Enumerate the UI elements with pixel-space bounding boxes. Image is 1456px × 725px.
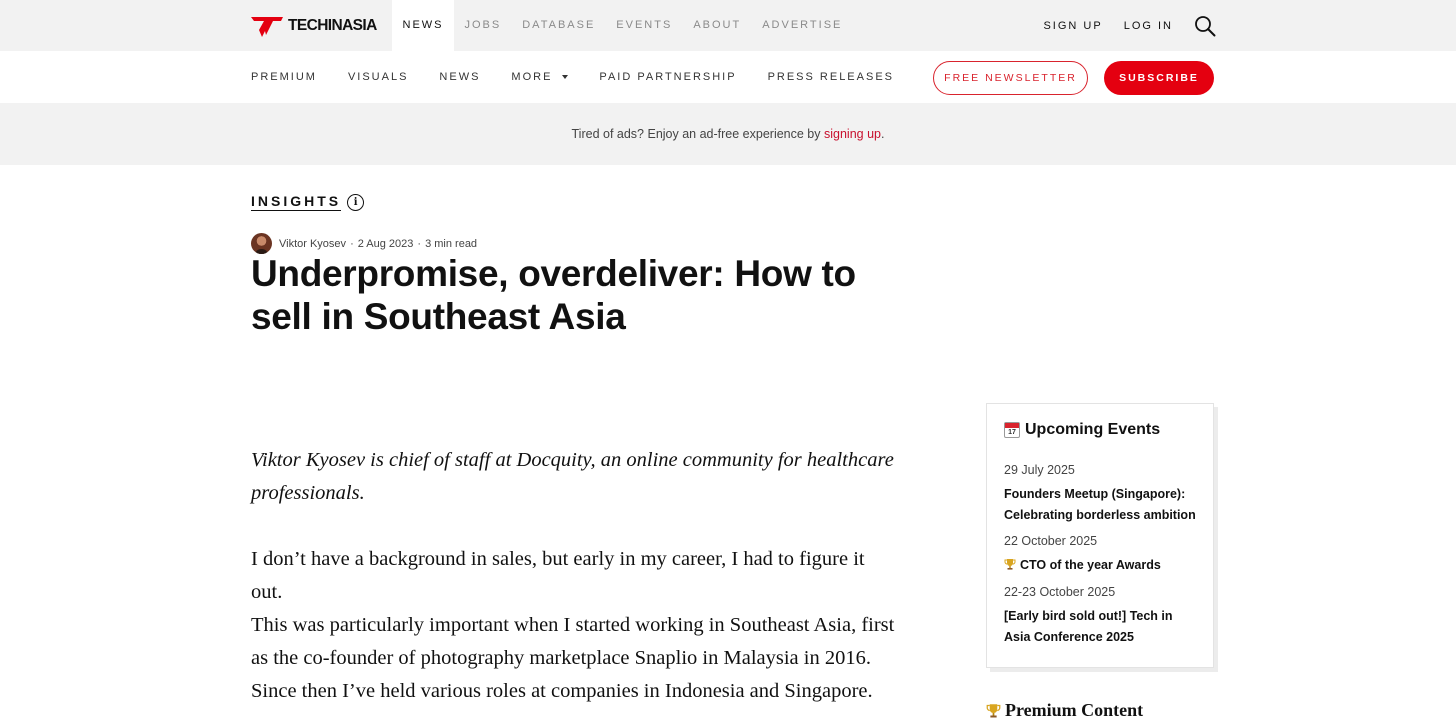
article-title: Underpromise, overdeliver: How to sell i…	[251, 253, 856, 337]
top-nav: NEWS JOBS DATABASE EVENTS ABOUT ADVERTIS…	[392, 0, 853, 51]
free-newsletter-button[interactable]: FREE NEWSLETTER	[933, 61, 1088, 95]
top-nav-database[interactable]: DATABASE	[512, 0, 606, 51]
section-nav-more[interactable]: MORE	[511, 71, 569, 83]
top-nav-events[interactable]: EVENTS	[606, 0, 683, 51]
top-nav-news[interactable]: NEWS	[392, 0, 454, 51]
more-label: MORE	[511, 71, 553, 83]
byline-separator: ·	[350, 237, 354, 250]
top-bar: TECHINASIA NEWS JOBS DATABASE EVENTS ABO…	[0, 0, 1456, 51]
article-paragraph: I don’t have a background in sales, but …	[251, 548, 865, 603]
log-in-link[interactable]: LOG IN	[1124, 20, 1173, 32]
section-nav-news[interactable]: NEWS	[439, 71, 480, 83]
logo-mark-icon	[251, 17, 283, 37]
info-icon[interactable]: i	[347, 193, 365, 211]
article-lede: Viktor Kyosev is chief of staff at Docqu…	[251, 449, 894, 504]
article-paragraph: This was particularly important when I s…	[251, 614, 895, 702]
byline-separator: ·	[417, 237, 422, 250]
section-nav-press-releases[interactable]: PRESS RELEASES	[768, 71, 894, 83]
ad-free-text: Tired of ads? Enjoy an ad-free experienc…	[571, 127, 821, 141]
event-item[interactable]: 22 October 2025 CTO of the year Awards	[1004, 534, 1161, 576]
top-nav-jobs[interactable]: JOBS	[454, 0, 512, 51]
section-nav: PREMIUM VISUALS NEWS MORE PAID PARTNERSH…	[0, 51, 1456, 103]
category-label[interactable]: INSIGHTS	[251, 193, 342, 211]
premium-content-heading: Premium Content	[986, 700, 1143, 721]
ad-free-banner: Tired of ads? Enjoy an ad-free experienc…	[0, 103, 1456, 165]
read-time: 3 min read	[425, 237, 478, 250]
author-name[interactable]: Viktor Kyosev	[279, 238, 346, 250]
section-nav-paid-partnership[interactable]: PAID PARTNERSHIP	[599, 71, 736, 83]
event-date: 22 October 2025	[1004, 534, 1098, 548]
section-nav-visuals[interactable]: VISUALS	[348, 71, 408, 83]
trophy-icon	[986, 704, 1001, 718]
calendar-icon: 17	[1004, 422, 1020, 438]
event-name[interactable]: Founders Meetup (Singapore): Celebrating…	[1004, 484, 1213, 526]
author-avatar[interactable]	[251, 233, 272, 254]
premium-title: Premium Content	[1005, 700, 1144, 720]
search-icon[interactable]	[1194, 15, 1216, 37]
logo-text: TECHINASIA	[288, 17, 377, 34]
caret-down-icon	[562, 75, 569, 79]
top-nav-advertise[interactable]: ADVERTISE	[752, 0, 853, 51]
subscribe-button[interactable]: SUBSCRIBE	[1104, 61, 1214, 95]
event-name: CTO of the year Awards	[1020, 558, 1161, 572]
event-date: 29 July 2025	[1004, 463, 1075, 477]
event-name[interactable]: [Early bird sold out!] Tech in Asia Conf…	[1004, 606, 1184, 648]
sign-up-link[interactable]: SIGN UP	[1043, 20, 1102, 32]
events-title: Upcoming Events	[1025, 421, 1161, 438]
trophy-icon	[1004, 559, 1016, 570]
events-heading: 17 Upcoming Events	[1004, 421, 1196, 439]
event-date: 22-23 October 2025	[1004, 585, 1116, 599]
publish-date: 2 Aug 2023	[357, 237, 414, 250]
event-item[interactable]: 22-23 October 2025 [Early bird sold out!…	[1004, 585, 1184, 648]
ad-free-suffix: .	[881, 127, 885, 141]
byline: Viktor Kyosev · 2 Aug 2023 · 3 min read	[251, 233, 477, 254]
upcoming-events-card: 17 Upcoming Events 29 July 2025 Founders…	[986, 403, 1214, 668]
event-item[interactable]: 29 July 2025 Founders Meetup (Singapore)…	[1004, 463, 1213, 526]
event-name-row[interactable]: CTO of the year Awards	[1004, 555, 1161, 576]
signing-up-link[interactable]: signing up	[824, 127, 881, 141]
section-nav-premium[interactable]: PREMIUM	[251, 71, 317, 83]
site-logo[interactable]: TECHINASIA	[251, 15, 377, 37]
article-category: INSIGHTS i	[251, 193, 365, 211]
account-links: SIGN UP LOG IN	[1022, 0, 1216, 51]
top-nav-about[interactable]: ABOUT	[683, 0, 752, 51]
